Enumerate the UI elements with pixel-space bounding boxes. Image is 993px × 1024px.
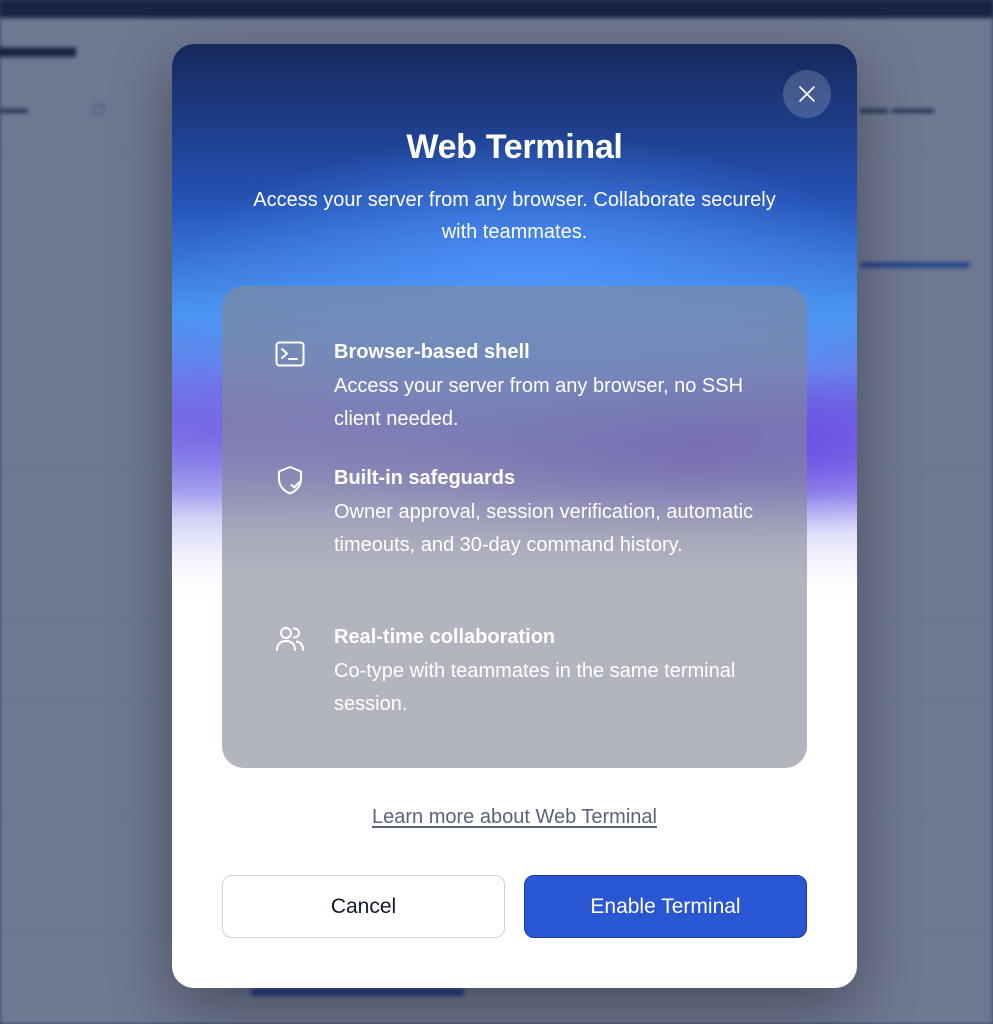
- enable-terminal-button[interactable]: Enable Terminal: [524, 875, 807, 938]
- feature-description: Co-type with teammates in the same termi…: [334, 660, 736, 715]
- feature-title: Real-time collaboration: [334, 626, 556, 648]
- learn-more-link[interactable]: Learn more about Web Terminal: [172, 806, 857, 829]
- cancel-button[interactable]: Cancel: [222, 875, 505, 938]
- users-icon: [274, 623, 306, 655]
- dialog-subtitle: Access your server from any browser. Col…: [253, 189, 776, 243]
- dialog-title: Web Terminal: [406, 128, 623, 166]
- web-terminal-dialog: Web Terminal Access your server from any…: [172, 44, 857, 988]
- feature-description: Access your server from any browser, no …: [334, 375, 744, 430]
- feature-description: Owner approval, session verification, au…: [334, 501, 754, 556]
- shield-check-icon: [274, 464, 306, 496]
- feature-title: Built-in safeguards: [334, 467, 516, 489]
- feature-title: Browser-based shell: [334, 341, 530, 363]
- close-button[interactable]: [783, 70, 831, 118]
- close-icon: [799, 86, 815, 102]
- terminal-icon: [274, 338, 306, 370]
- features-card: Browser-based shell Access your server f…: [222, 286, 807, 768]
